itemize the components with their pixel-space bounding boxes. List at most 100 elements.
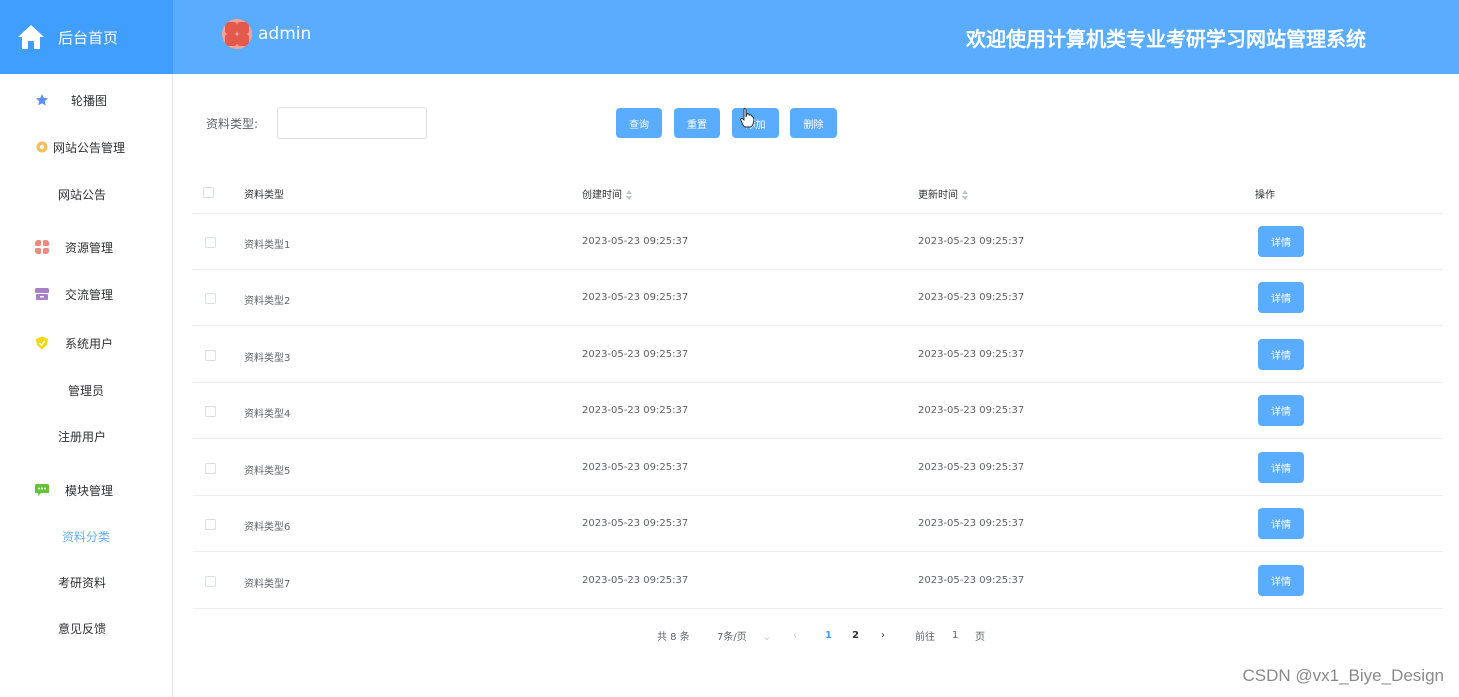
sidebar-item-notice-mgmt[interactable]: 网站公告管理 [0, 127, 172, 167]
cell-updated: 2023-05-23 09:25:37 [918, 405, 1025, 416]
row-checkbox[interactable] [205, 576, 216, 587]
sidebar-item-label: 意见反馈 [57, 621, 106, 636]
reset-button[interactable]: 重置 [674, 108, 720, 138]
sidebar-item-system-users[interactable]: 系统用户 [0, 323, 172, 363]
column-header-created[interactable]: 创建时间 [582, 186, 632, 201]
box-icon [35, 288, 49, 300]
username: admin [258, 24, 312, 44]
goto-suffix: 页 [975, 631, 985, 643]
cell-updated: 2023-05-23 09:25:37 [918, 292, 1025, 303]
detail-button[interactable]: 详情 [1258, 282, 1304, 313]
column-header-updated[interactable]: 更新时间 [918, 186, 968, 201]
table-row: 资料类型4 2023-05-23 09:25:37 2023-05-23 09:… [193, 383, 1443, 439]
cell-created: 2023-05-23 09:25:37 [582, 349, 689, 360]
search-label: 资料类型: [206, 117, 259, 131]
cell-created: 2023-05-23 09:25:37 [582, 236, 689, 247]
cell-type: 资料类型3 [244, 353, 291, 364]
grid-icon [35, 240, 49, 254]
page-1[interactable]: 1 [825, 630, 832, 641]
cell-type: 资料类型5 [244, 466, 291, 477]
table-row: 资料类型6 2023-05-23 09:25:37 2023-05-23 09:… [193, 496, 1443, 552]
cell-created: 2023-05-23 09:25:37 [582, 292, 689, 303]
select-all-checkbox[interactable] [203, 187, 214, 198]
sidebar-item-label: 注册用户 [57, 429, 106, 444]
goto-input[interactable]: 1 [952, 630, 958, 641]
home-link[interactable]: 后台首页 [0, 0, 173, 74]
table-row: 资料类型3 2023-05-23 09:25:37 2023-05-23 09:… [193, 327, 1443, 383]
user-menu[interactable]: admin [222, 19, 311, 49]
row-checkbox[interactable] [205, 463, 216, 474]
sidebar-item-label: 资料分类 [61, 529, 110, 544]
row-checkbox[interactable] [205, 350, 216, 361]
star-icon [36, 94, 48, 106]
table-row: 资料类型7 2023-05-23 09:25:37 2023-05-23 09:… [193, 553, 1443, 609]
sidebar-item-exam-materials[interactable]: 考研资料 [0, 562, 172, 602]
row-checkbox[interactable] [205, 406, 216, 417]
sidebar-item-label: 考研资料 [57, 575, 106, 590]
cell-updated: 2023-05-23 09:25:37 [918, 518, 1025, 529]
sidebar-item-material-category[interactable]: 资料分类 [0, 516, 172, 556]
row-checkbox[interactable] [205, 237, 216, 248]
material-type-input[interactable] [277, 107, 427, 139]
sidebar-item-admin[interactable]: 管理员 [0, 370, 172, 410]
cell-updated: 2023-05-23 09:25:37 [918, 349, 1025, 360]
detail-button[interactable]: 详情 [1258, 508, 1304, 539]
cell-created: 2023-05-23 09:25:37 [582, 405, 689, 416]
watermark: CSDN @vx1_Biye_Design [1242, 666, 1444, 685]
sidebar-item-resources[interactable]: 资源管理 [0, 227, 172, 267]
cell-type: 资料类型6 [244, 522, 291, 533]
sidebar-item-label: 网站公告管理 [53, 140, 126, 155]
cell-created: 2023-05-23 09:25:37 [582, 462, 689, 473]
hand-cursor-icon [740, 108, 754, 128]
sidebar-item-label: 网站公告 [57, 187, 106, 202]
site-title: 欢迎使用计算机类专业考研学习网站管理系统 [966, 27, 1366, 51]
column-header-actions: 操作 [1255, 190, 1275, 201]
next-page-icon[interactable]: › [881, 630, 885, 641]
pagination-total: 共 8 条 [657, 631, 690, 643]
cell-type: 资料类型1 [244, 240, 291, 251]
cell-updated: 2023-05-23 09:25:37 [918, 462, 1025, 473]
sidebar-item-registered-users[interactable]: 注册用户 [0, 416, 172, 456]
sidebar-item-feedback[interactable]: 意见反馈 [0, 608, 172, 648]
main-content: 资料类型: 查询 重置 添加 删除 资料类型 创建时间 更新时间 操作 资料类型… [173, 74, 1459, 697]
sidebar-item-label: 模块管理 [65, 483, 114, 498]
column-header-label: 创建时间 [582, 190, 622, 201]
detail-button[interactable]: 详情 [1258, 226, 1304, 257]
detail-button[interactable]: 详情 [1258, 565, 1304, 596]
table-row: 资料类型2 2023-05-23 09:25:37 2023-05-23 09:… [193, 270, 1443, 326]
home-label: 后台首页 [58, 28, 119, 47]
row-checkbox[interactable] [205, 519, 216, 530]
sidebar-item-label: 轮播图 [71, 93, 108, 108]
shield-icon [36, 336, 48, 350]
sort-icon[interactable] [962, 190, 968, 200]
goto-prefix: 前往 [915, 631, 935, 643]
page-size-select[interactable]: 7条/页 ⌄ [717, 628, 771, 643]
cell-updated: 2023-05-23 09:25:37 [918, 236, 1025, 247]
detail-button[interactable]: 详情 [1258, 339, 1304, 370]
table-row: 资料类型5 2023-05-23 09:25:37 2023-05-23 09:… [193, 440, 1443, 496]
table-header: 资料类型 创建时间 更新时间 操作 [193, 170, 1443, 214]
cell-created: 2023-05-23 09:25:37 [582, 518, 689, 529]
sidebar-item-label: 交流管理 [65, 287, 114, 302]
chevron-down-icon: ⌄ [762, 631, 772, 643]
sidebar: 轮播图 网站公告管理 网站公告 资源管理 交流管理 系统用户 管理员 注册用户 … [0, 74, 173, 697]
table-row: 资料类型1 2023-05-23 09:25:37 2023-05-23 09:… [193, 214, 1443, 270]
pagination: 共 8 条 7条/页 ⌄ ‹ 1 2 › 前往 1 页 [173, 627, 1459, 643]
row-checkbox[interactable] [205, 293, 216, 304]
delete-button[interactable]: 删除 [790, 108, 837, 138]
query-button[interactable]: 查询 [616, 108, 662, 138]
sort-icon[interactable] [626, 190, 632, 200]
detail-button[interactable]: 详情 [1258, 452, 1304, 483]
detail-button[interactable]: 详情 [1258, 395, 1304, 426]
cell-updated: 2023-05-23 09:25:37 [918, 575, 1025, 586]
page-size-value: 7条/页 [717, 631, 747, 643]
prev-page-icon[interactable]: ‹ [793, 630, 797, 641]
column-header-label: 更新时间 [918, 190, 958, 201]
sidebar-item-modules[interactable]: 模块管理 [0, 470, 172, 510]
page-2[interactable]: 2 [852, 630, 859, 641]
sidebar-item-carousel[interactable]: 轮播图 [0, 80, 172, 120]
sidebar-item-notice[interactable]: 网站公告 [0, 174, 172, 214]
home-icon [18, 25, 44, 49]
cell-type: 资料类型2 [244, 296, 291, 307]
sidebar-item-exchange[interactable]: 交流管理 [0, 274, 172, 314]
